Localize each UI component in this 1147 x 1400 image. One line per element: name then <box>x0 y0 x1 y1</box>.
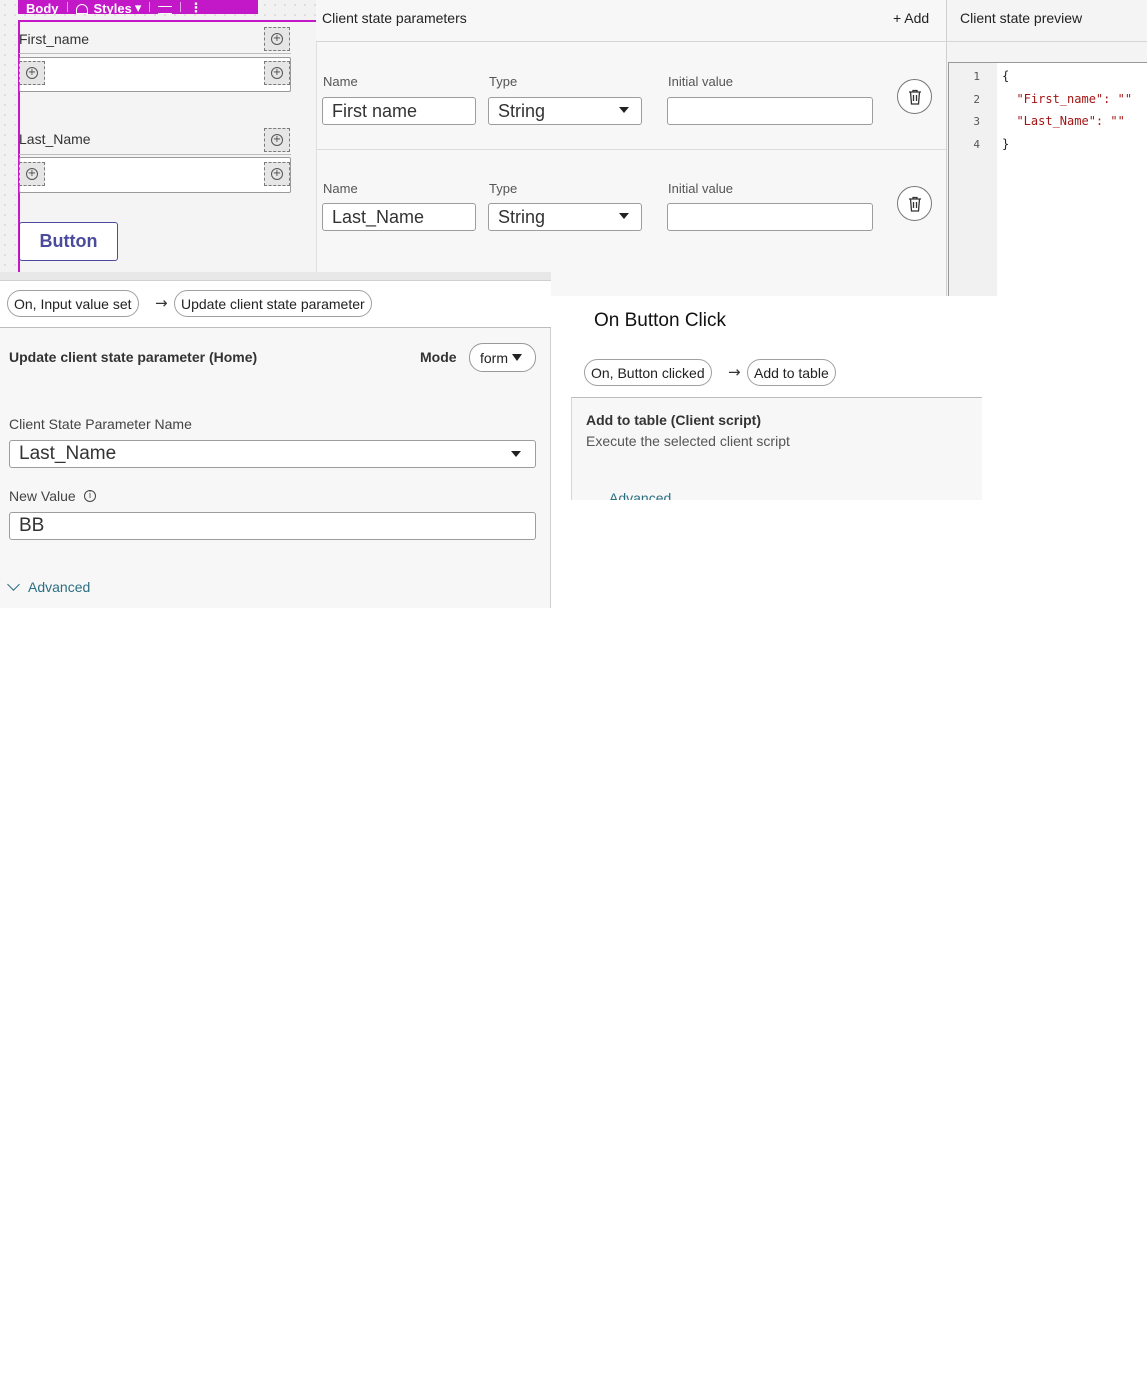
action-pill-add-to-table[interactable]: Add to table <box>747 359 836 386</box>
body-toolbar: Body Styles ▾ ⋮ <box>18 0 258 14</box>
advanced-label: Advanced <box>28 579 91 595</box>
code-line: "First_name": "" <box>1002 92 1133 106</box>
more-vertical-icon: ⋮ <box>189 1 203 14</box>
parameter-type-select[interactable]: String <box>488 203 642 231</box>
add-component-slot[interactable]: + <box>19 162 45 186</box>
caret-down-icon <box>511 451 521 457</box>
param-name-select[interactable]: Last_Name <box>9 440 536 468</box>
code-line: { <box>1002 69 1010 83</box>
palette-icon <box>75 4 88 14</box>
parameter-name-input[interactable]: First name <box>322 97 476 125</box>
arrow-right-icon: → <box>728 363 741 381</box>
add-component-slot[interactable]: + <box>19 61 45 85</box>
chevron-down-icon: ▾ <box>134 1 142 14</box>
trash-icon <box>908 196 921 212</box>
client-state-preview-title: Client state preview <box>960 10 1083 26</box>
caret-down-icon <box>512 354 522 361</box>
param-name-label: Client State Parameter Name <box>9 416 192 432</box>
initial-value-column-label: Initial value <box>668 181 734 196</box>
delete-parameter-button[interactable] <box>897 79 932 114</box>
add-component-slot[interactable]: + <box>264 27 290 51</box>
name-column-label: Name <box>323 181 358 196</box>
code-line: } <box>1002 137 1010 151</box>
code-line: "Last_Name": "" <box>1002 114 1125 128</box>
mode-value: form <box>480 349 508 366</box>
initial-value-input[interactable] <box>667 203 873 231</box>
parameter-type-value: String <box>498 206 546 227</box>
settings-button[interactable] <box>150 0 180 14</box>
first-name-field-label: First_name <box>19 31 90 47</box>
type-column-label: Type <box>489 74 518 89</box>
param-name-value: Last_Name <box>19 443 117 464</box>
add-component-slot[interactable]: + <box>264 128 290 152</box>
first-name-input[interactable] <box>19 57 291 92</box>
name-column-label: Name <box>323 74 358 89</box>
add-circle-icon: + <box>26 168 38 180</box>
line-number: 3 <box>973 115 980 128</box>
on-button-click-title: On Button Click <box>594 310 726 331</box>
advanced-label: Advanced <box>609 492 672 500</box>
parameter-name-input[interactable]: Last_Name <box>322 203 476 231</box>
mode-label: Mode <box>420 349 457 365</box>
add-circle-icon: + <box>271 67 283 79</box>
mode-dropdown[interactable]: form <box>469 343 536 372</box>
arrow-right-icon: → <box>155 294 168 312</box>
action-pill-update-client-state[interactable]: Update client state parameter <box>174 290 372 317</box>
action-description: Execute the selected client script <box>586 433 790 449</box>
line-number: 2 <box>973 93 980 106</box>
add-circle-icon: + <box>26 67 38 79</box>
client-state-parameters-title: Client state parameters <box>322 10 467 26</box>
row-divider <box>316 149 946 150</box>
styles-dropdown[interactable]: Styles ▾ <box>68 0 150 14</box>
client-state-parameters-panel <box>316 0 946 296</box>
add-component-slot[interactable]: + <box>264 162 290 186</box>
caret-down-icon <box>619 213 629 219</box>
styles-label: Styles <box>93 1 132 14</box>
line-number: 4 <box>973 138 980 151</box>
chevron-down-icon <box>7 578 20 591</box>
last-name-field-label: Last_Name <box>19 131 91 147</box>
field-divider <box>19 154 291 155</box>
new-value-label: New Value <box>9 488 76 504</box>
update-panel-title: Update client state parameter (Home) <box>9 349 258 365</box>
more-options-button[interactable]: ⋮ <box>181 0 210 14</box>
trigger-pill-input-value-set[interactable]: On, Input value set <box>7 290 139 317</box>
add-parameter-button[interactable]: + Add <box>893 10 929 26</box>
parameter-type-select[interactable]: String <box>488 97 642 125</box>
info-icon[interactable]: i <box>84 490 96 502</box>
canvas-button[interactable]: Button <box>19 222 118 261</box>
trigger-pill-button-clicked[interactable]: On, Button clicked <box>584 359 712 386</box>
field-divider <box>19 53 291 54</box>
initial-value-column-label: Initial value <box>668 74 734 89</box>
parameter-type-value: String <box>498 100 546 121</box>
advanced-toggle-clipped[interactable]: Advanced <box>571 492 982 500</box>
caret-down-icon <box>619 107 629 113</box>
add-circle-icon: + <box>271 33 283 45</box>
sliders-icon <box>158 6 173 14</box>
initial-value-input[interactable] <box>667 97 873 125</box>
type-column-label: Type <box>489 181 518 196</box>
add-component-slot[interactable]: + <box>264 61 290 85</box>
advanced-toggle[interactable]: Advanced <box>6 578 91 595</box>
body-toolbar-body-label[interactable]: Body <box>18 0 67 14</box>
new-value-input[interactable]: BB <box>9 512 536 540</box>
add-circle-icon: + <box>271 134 283 146</box>
line-number: 1 <box>973 70 980 83</box>
action-title: Add to table (Client script) <box>586 412 761 428</box>
trash-icon <box>908 89 921 105</box>
add-circle-icon: + <box>271 168 283 180</box>
delete-parameter-button[interactable] <box>897 186 932 221</box>
last-name-input[interactable] <box>19 157 291 193</box>
